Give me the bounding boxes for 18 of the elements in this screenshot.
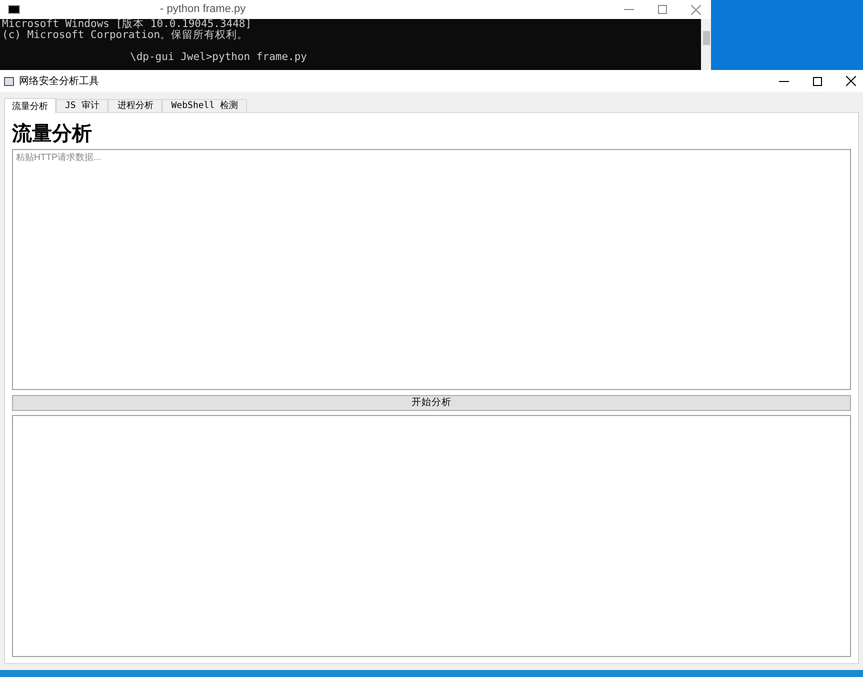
console-line: (c) Microsoft Corporation。保留所有权利。	[2, 29, 248, 41]
tab[interactable]: JS 审计	[56, 99, 108, 112]
tab[interactable]: WebShell 检测	[162, 99, 248, 112]
app-icon	[4, 76, 14, 86]
console-icon	[8, 5, 20, 14]
close-icon[interactable]	[846, 76, 856, 86]
tab[interactable]: 流量分析	[4, 98, 56, 113]
maximize-icon[interactable]	[813, 76, 822, 86]
analyze-button[interactable]: 开始分析	[12, 395, 851, 411]
page-heading: 流量分析	[12, 120, 93, 147]
minimize-icon[interactable]	[779, 80, 789, 82]
tab[interactable]: 进程分析	[108, 99, 162, 112]
scrollbar[interactable]	[701, 19, 711, 70]
window-title: 网络安全分析工具	[19, 74, 99, 88]
console-line: \dp-gui Jwel>python frame.py	[130, 51, 308, 63]
request-input-field[interactable]: 粘贴HTTP请求数据...	[12, 149, 851, 390]
console-line: Microsoft Windows [版本 10.0.19045.3448]	[2, 18, 252, 30]
window-title: - python frame.py	[160, 2, 246, 18]
